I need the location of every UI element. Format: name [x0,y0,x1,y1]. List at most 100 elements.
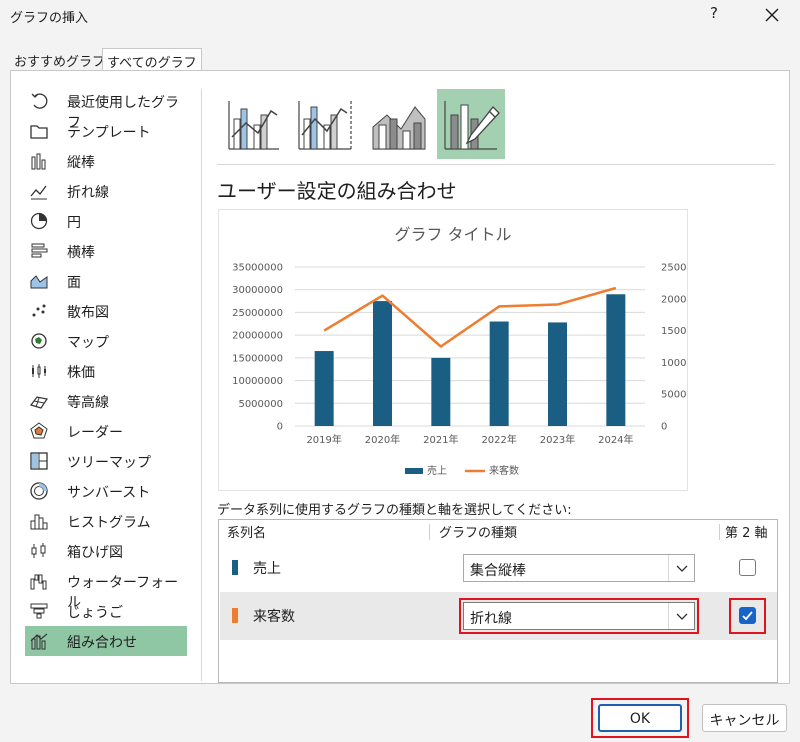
histogram-chart-icon [29,511,49,531]
waterfall-chart-icon [29,571,49,591]
sidebar-item[interactable]: 株価 [25,356,187,386]
map-chart-icon [29,331,49,351]
series-table: 系列名 グラフの種類 第 2 軸 売上 集合縦棒 来客数 折れ線 [218,519,778,683]
sidebar-item-label: テンプレート [67,125,151,141]
combo-chart-icon [29,631,49,651]
combo-type-custom[interactable] [437,89,505,159]
legend-label-sales: 売上 [427,464,447,477]
all-charts-panel: 最近使用したグラフ テンプレート 縦棒折れ線円横棒面散布図マップ株価 等高線 レーダーツ… [10,70,790,684]
sidebar-item-label: 横棒 [67,245,95,261]
bar [606,294,626,426]
sidebar-item[interactable]: ツリーマップ [25,446,187,476]
box-whisker-chart-icon [29,541,49,561]
secondary-axis-tick-label: 5000 [661,390,686,401]
chart-type-value: 集合縦棒 [470,563,526,579]
primary-axis-tick-label: 25000000 [232,308,283,319]
primary-axis-tick-label: 10000000 [232,376,283,387]
series-row-visitors: 来客数 折れ線 [220,592,777,640]
secondary-axis-tick-label: 20000 [661,294,687,305]
sidebar-item[interactable]: テンプレート [25,116,187,146]
sidebar-item-label: 縦棒 [67,155,95,171]
sidebar-item-label: 面 [67,275,81,291]
sidebar-item-label: 円 [67,215,81,231]
sidebar-item-label: 散布図 [67,305,109,321]
series-color-swatch [232,608,238,623]
clustered-column-line-secondary-axis-icon [298,101,352,150]
sidebar-item[interactable]: 散布図 [25,296,187,326]
sidebar-item[interactable]: じょうご [25,596,187,626]
combo-type-clustered-column-line-secondary[interactable] [291,89,359,159]
series-name: 売上 [253,561,281,577]
sidebar-item[interactable]: 円 [25,206,187,236]
surface-chart-icon [29,391,49,411]
legend-swatch-sales [405,468,423,474]
help-button[interactable]: ? [705,4,723,22]
close-button[interactable] [757,1,787,29]
secondary-axis-tick-label: 25000 [661,263,687,274]
bar [431,357,451,426]
header-divider [429,524,430,540]
bar [314,351,334,426]
sidebar-item-label: ヒストグラム [67,515,151,531]
header-series-name: 系列名 [227,526,267,541]
category-tick-label: 2019年 [306,433,341,446]
sidebar-item[interactable]: 最近使用したグラフ [25,86,187,131]
sidebar-item[interactable]: レーダー [25,416,187,446]
header-secondary-axis: 第 2 軸 [725,526,768,541]
pie-chart-icon [29,211,49,231]
sunburst-chart-icon [29,481,49,501]
sidebar-item-label: 折れ線 [67,185,109,201]
chart-type-dropdown[interactable]: 集合縦棒 [463,554,695,582]
header-divider [719,524,720,540]
clustered-column-line-icon [228,101,279,150]
recent-icon [29,91,49,111]
cancel-button[interactable]: キャンセル [702,704,787,732]
tab-all-charts[interactable]: すべてのグラフ [102,48,202,71]
sidebar-item-label: サンバースト [67,485,151,501]
secondary-axis-tick-label: 15000 [661,326,687,337]
sidebar-item-label: 箱ひげ図 [67,545,123,561]
sidebar-item-label: じょうご [67,605,123,621]
sidebar-item[interactable]: マップ [25,326,187,356]
dropdown-arrow[interactable] [668,555,694,581]
combo-type-clustered-column-line[interactable] [219,89,287,159]
primary-axis-tick-label: 30000000 [232,285,283,296]
scatter-chart-icon [29,301,49,321]
combo-type-stacked-area-column[interactable] [365,89,433,159]
sidebar-item-label: マップ [67,335,109,351]
sidebar-item-label: ツリーマップ [67,455,151,471]
legend-label-visitors: 来客数 [489,464,519,477]
sidebar-item[interactable]: ヒストグラム [25,506,187,536]
panel-divider [201,89,202,681]
area-chart-icon [29,271,49,291]
stock-chart-icon [29,361,49,381]
category-tick-label: 2024年 [598,433,633,446]
column-chart-icon [29,151,49,171]
insert-chart-dialog: おすすめグラフ すべてのグラフ 最近使用したグラフ テンプレート 縦棒折れ線円横棒面… [0,32,800,742]
chevron-down-icon [676,565,688,572]
highlight-box [459,598,699,634]
header-chart-type: グラフの種類 [439,526,518,541]
sidebar-item[interactable]: 等高線 [25,386,187,416]
ok-button[interactable]: OK [598,704,682,732]
radar-chart-icon [29,421,49,441]
sidebar-item[interactable]: サンバースト [25,476,187,506]
sidebar-item[interactable]: 箱ひげ図 [25,536,187,566]
gallery-separator [217,164,775,165]
sidebar-item[interactable]: ウォーターフォール [25,566,187,611]
primary-axis-tick-label: 5000000 [238,399,283,410]
secondary-axis-checkbox[interactable] [739,559,756,576]
secondary-axis-tick-label: 0 [661,422,667,433]
sidebar-item[interactable]: 横棒 [25,236,187,266]
sidebar-item[interactable]: 縦棒 [25,146,187,176]
line-series [323,286,617,348]
sidebar-item[interactable]: 面 [25,266,187,296]
bar-chart-icon [29,241,49,261]
tab-recommended-charts[interactable]: おすすめグラフ [10,48,109,70]
chart-category-list: 最近使用したグラフ テンプレート 縦棒折れ線円横棒面散布図マップ株価 等高線 レーダーツ… [25,86,187,682]
primary-axis-tick-label: 0 [277,422,283,433]
sidebar-item[interactable]: 組み合わせ [25,626,187,656]
category-tick-label: 2020年 [365,433,400,446]
sidebar-item[interactable]: 折れ線 [25,176,187,206]
category-tick-label: 2021年 [423,433,458,446]
